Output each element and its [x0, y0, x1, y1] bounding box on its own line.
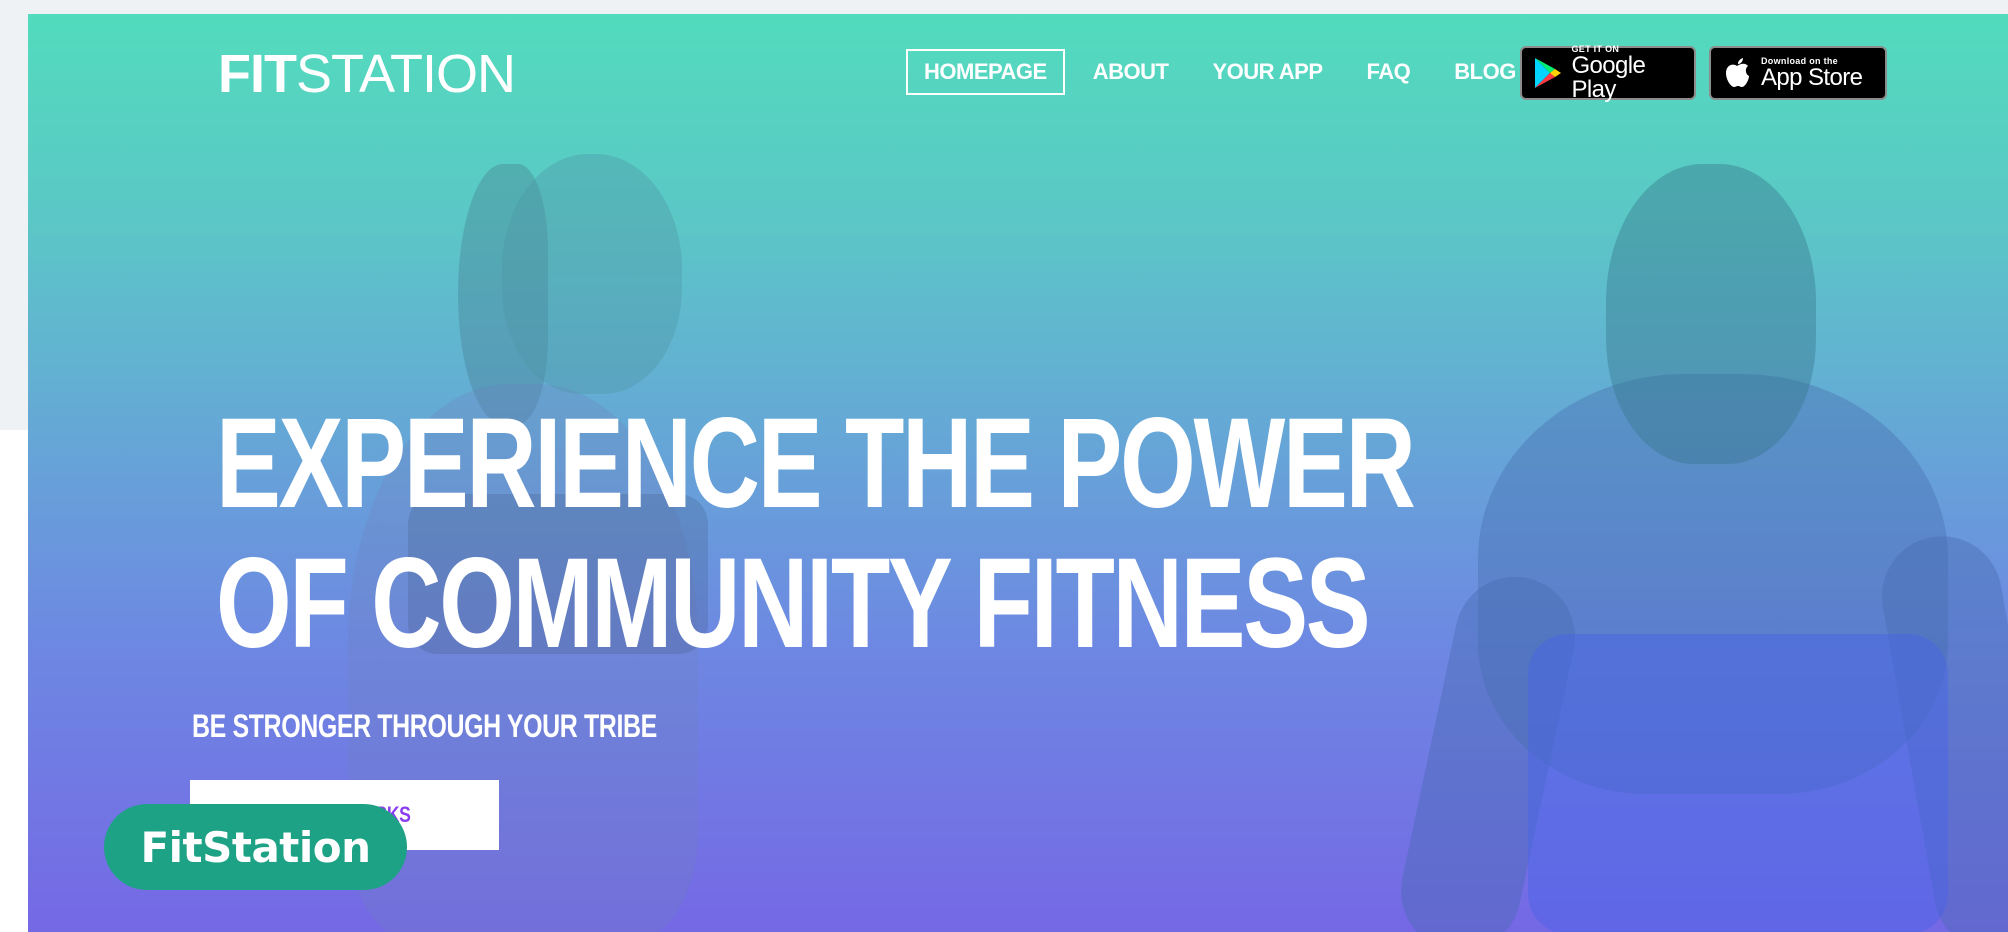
- site-logo[interactable]: FITSTATION: [218, 44, 516, 104]
- headline-line-1: EXPERIENCE THE POWER: [216, 392, 1416, 535]
- nav-faq[interactable]: FAQ: [1351, 49, 1427, 95]
- fitstation-badge: FitStation: [104, 804, 407, 890]
- logo-light-text: STATION: [295, 44, 516, 104]
- headline-line-2: OF COMMUNITY FITNESS: [216, 532, 1371, 675]
- nav-about[interactable]: ABOUT: [1077, 49, 1185, 95]
- woman-head-silhouette: [502, 154, 682, 394]
- apple-icon: [1717, 53, 1757, 93]
- google-play-button[interactable]: GET IT ON Google Play: [1520, 44, 1696, 103]
- man-head-silhouette: [1606, 164, 1816, 464]
- man-shorts-silhouette: [1528, 634, 1948, 932]
- app-store-button[interactable]: Download on the App Store: [1709, 46, 1887, 100]
- hero-subline: BE STRONGER THROUGH YOUR TRIBE: [192, 708, 657, 744]
- main-nav: HOMEPAGE ABOUT YOUR APP FAQ BLOG: [906, 48, 1532, 96]
- nav-blog[interactable]: BLOG: [1438, 49, 1532, 95]
- logo-bold-text: FIT: [218, 44, 297, 104]
- nav-your-app[interactable]: YOUR APP: [1196, 49, 1338, 95]
- nav-homepage[interactable]: HOMEPAGE: [906, 49, 1065, 95]
- google-play-big-text: Google Play: [1571, 51, 1646, 103]
- google-play-icon: [1528, 53, 1567, 93]
- app-store-big-text: App Store: [1761, 63, 1863, 91]
- hero-headline: EXPERIENCE THE POWER OF COMMUNITY FITNES…: [216, 392, 1416, 675]
